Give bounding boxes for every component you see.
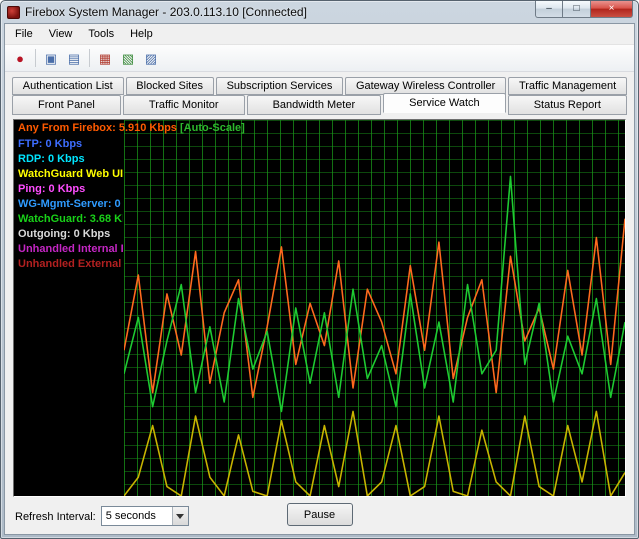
maximize-icon: □ — [573, 4, 579, 14]
pause-button[interactable]: Pause — [287, 503, 353, 526]
client-area: File View Tools Help ● ▣ ▤ ▦ ▧ ▨ Authent… — [4, 23, 635, 535]
legend-item-wg-mgmt-server: WG-Mgmt-Server: 0 K — [18, 197, 123, 212]
legend-item-ftp: FTP: 0 Kbps — [18, 137, 123, 152]
snapshot-icon[interactable]: ▣ — [41, 48, 61, 68]
toolbar: ● ▣ ▤ ▦ ▧ ▨ — [5, 45, 634, 72]
minimize-icon: – — [546, 4, 552, 14]
close-icon: × — [609, 4, 615, 14]
report-icon[interactable]: ▤ — [64, 48, 84, 68]
maximize-button[interactable]: □ — [563, 1, 591, 18]
security-icon[interactable]: ▦ — [95, 48, 115, 68]
menu-help[interactable]: Help — [122, 25, 161, 43]
monitor-icon[interactable]: ▨ — [141, 48, 161, 68]
app-icon — [7, 6, 20, 19]
menubar: File View Tools Help — [5, 24, 634, 45]
menu-view[interactable]: View — [41, 25, 81, 43]
menu-file[interactable]: File — [7, 25, 41, 43]
chart-plot-area — [124, 120, 625, 496]
chevron-down-icon — [176, 514, 184, 519]
dropdown-button[interactable] — [172, 507, 188, 525]
refresh-interval-label: Refresh Interval: — [15, 511, 96, 523]
service-watch-graph: Any From Firebox: 5.910 Kbps [Auto-Scale… — [13, 119, 626, 497]
tab-bandwidth-meter[interactable]: Bandwidth Meter — [247, 95, 382, 115]
legend-item-unhandled-external: Unhandled External F — [18, 257, 123, 272]
network-icon[interactable]: ▧ — [118, 48, 138, 68]
tab-strip: Authentication List Blocked Sites Subscr… — [5, 72, 634, 115]
refresh-interval-select[interactable]: 5 seconds — [101, 506, 189, 526]
window-controls: – □ × — [535, 1, 638, 18]
tab-subscription-services[interactable]: Subscription Services — [216, 77, 343, 95]
traffic-chart — [124, 120, 625, 496]
stop-icon[interactable]: ● — [10, 48, 30, 68]
close-button[interactable]: × — [591, 1, 633, 18]
legend-item-ping: Ping: 0 Kbps — [18, 182, 123, 197]
tab-authentication-list[interactable]: Authentication List — [12, 77, 124, 95]
menu-tools[interactable]: Tools — [80, 25, 122, 43]
tab-row-1: Authentication List Blocked Sites Subscr… — [12, 77, 627, 95]
legend-item-outgoing: Outgoing: 0 Kbps — [18, 227, 123, 242]
legend-item-watchguard: WatchGuard: 3.68 Kb — [18, 212, 123, 227]
tab-row-2: Front Panel Traffic Monitor Bandwidth Me… — [12, 95, 627, 115]
legend-title-text: Any From Firebox: 5.910 Kbps — [18, 122, 177, 134]
legend-autoscale-note: [Auto-Scale] — [180, 122, 245, 134]
refresh-interval-value: 5 seconds — [102, 510, 172, 522]
legend-item-watchguard-web-ui: WatchGuard Web UI: 0 — [18, 167, 123, 182]
legend-item-rdp: RDP: 0 Kbps — [18, 152, 123, 167]
tab-traffic-monitor[interactable]: Traffic Monitor — [123, 95, 245, 115]
titlebar[interactable]: Firebox System Manager - 203.0.113.10 [C… — [1, 1, 638, 23]
footer-bar: Refresh Interval: 5 seconds Pause — [5, 497, 634, 534]
tab-traffic-management[interactable]: Traffic Management — [508, 77, 627, 95]
legend: FTP: 0 Kbps RDP: 0 Kbps WatchGuard Web U… — [18, 137, 123, 272]
tab-status-report[interactable]: Status Report — [508, 95, 627, 115]
toolbar-separator — [35, 49, 36, 67]
minimize-button[interactable]: – — [535, 1, 563, 18]
window-title: Firebox System Manager - 203.0.113.10 [C… — [25, 5, 307, 19]
legend-title: Any From Firebox: 5.910 Kbps [Auto-Scale… — [18, 122, 245, 134]
window: Firebox System Manager - 203.0.113.10 [C… — [0, 0, 639, 539]
graph-wrapper: Any From Firebox: 5.910 Kbps [Auto-Scale… — [5, 115, 634, 497]
tab-front-panel[interactable]: Front Panel — [12, 95, 121, 115]
toolbar-separator — [89, 49, 90, 67]
tab-blocked-sites[interactable]: Blocked Sites — [126, 77, 214, 95]
legend-item-unhandled-internal: Unhandled Internal F — [18, 242, 123, 257]
tab-service-watch[interactable]: Service Watch — [383, 93, 506, 113]
